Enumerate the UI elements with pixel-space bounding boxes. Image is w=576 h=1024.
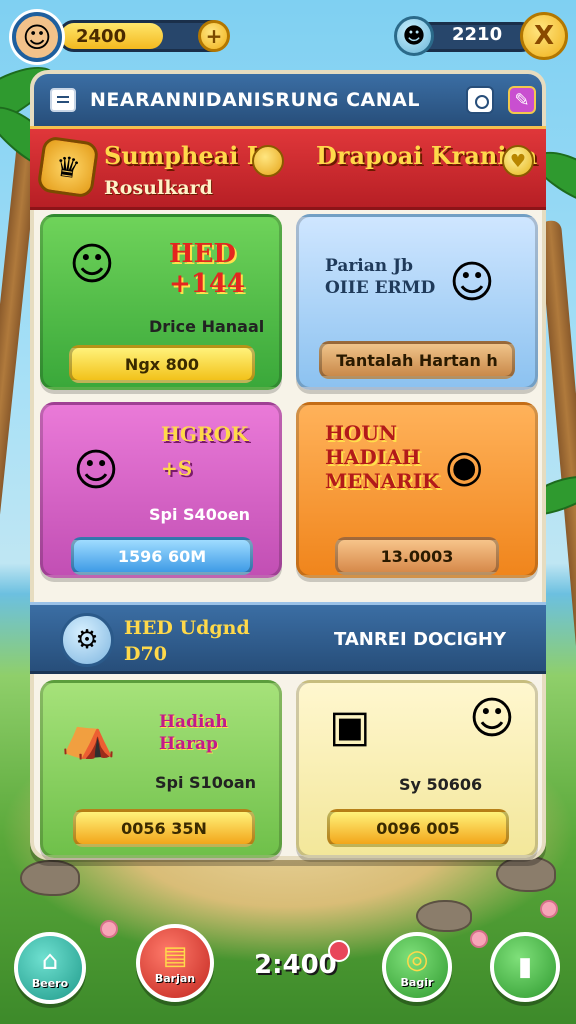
panel-title: NEARANNIDANISRUNG CANAL	[90, 89, 420, 111]
banner-left-title: Sumpheai L	[104, 141, 264, 170]
card-3-button[interactable]: 1596 60M	[71, 537, 253, 575]
card-6-button[interactable]: 0096 005	[327, 809, 509, 847]
tent-with-gold-icon: ⛺	[61, 710, 116, 761]
coins-button[interactable]: ◎ Bagir	[382, 932, 452, 1002]
card-5-headline: Hadiah Harap	[159, 712, 228, 754]
card-2-button-label: Tantalah Hartan h	[336, 350, 498, 370]
panel-header: NEARANNIDANISRUNG CANAL ✎	[34, 74, 542, 126]
card-5-button-label: 0056 35N	[121, 818, 207, 838]
rock	[496, 856, 556, 892]
cheering-boy-icon: ☺	[69, 239, 115, 290]
card-2-button[interactable]: Tantalah Hartan h	[319, 341, 515, 379]
card-4-button[interactable]: 13.0003	[335, 537, 499, 575]
treasure-chest-icon: ▤	[162, 940, 188, 971]
card-1-button-label: Ngx 800	[124, 354, 200, 374]
boy-with-gift-icon: ☺	[469, 693, 515, 744]
player-avatar[interactable]: ☺	[12, 12, 62, 62]
coin-value: 2400	[76, 26, 127, 47]
heart-icon	[328, 940, 350, 962]
reward-card-3[interactable]: ☺ HGROK +S Spi S40oen 1596 60M	[40, 402, 282, 578]
coin-pile-icon: ◎	[405, 944, 429, 975]
top-bar: 2400 ☺ + ☻ 2210 X	[0, 0, 576, 70]
home-button[interactable]: ⌂ Beero	[14, 932, 86, 1004]
add-coins-button[interactable]: +	[198, 20, 230, 52]
zombie-face-icon[interactable]: ☻	[394, 16, 434, 56]
tv-prize-icon: ▣	[329, 701, 371, 752]
reward-card-1[interactable]: ☺ HED +144 Drice Hanaal Ngx 800	[40, 214, 282, 390]
card-6-button-label: 0096 005	[376, 818, 460, 838]
flower	[540, 900, 558, 918]
main-panel: NEARANNIDANISRUNG CANAL ✎ ♛ Sumpheai L R…	[30, 70, 546, 860]
rock	[416, 900, 472, 932]
shop-label: Barjan	[154, 971, 196, 985]
reward-card-4[interactable]: HOUN HADIAH MENARIK ◉ 13.0003	[296, 402, 538, 578]
treasure-badge-icon: ♛	[36, 135, 100, 199]
card-3-headline: HGROK +S	[161, 422, 249, 480]
camera-icon[interactable]	[466, 86, 494, 114]
card-3-text: Spi S40oen	[149, 505, 251, 524]
treasure-vault-icon: ◉	[445, 441, 484, 492]
coins-label: Bagir	[400, 975, 434, 989]
score-value: 2210	[452, 24, 503, 45]
home-label: Beero	[31, 976, 69, 990]
card-4-headline: HOUN HADIAH MENARIK	[325, 421, 440, 493]
card-1-headline: HED +144	[169, 239, 246, 299]
boy-in-ring-icon: ☺	[73, 445, 119, 496]
close-button[interactable]: X	[520, 12, 568, 60]
event-banner-right-title: TANREI DOCIGHY	[334, 629, 507, 650]
card-6-text: Sy 50606	[399, 775, 483, 794]
card-2-headline: Parian Jb OIIE ERMD	[325, 256, 436, 298]
exit-button[interactable]: ▮	[490, 932, 560, 1002]
bottom-counter: 2:400	[254, 950, 337, 980]
reward-card-6[interactable]: ▣ ☺ Sy 50606 0096 005	[296, 680, 538, 858]
card-5-button[interactable]: 0056 35N	[73, 809, 255, 847]
girl-with-tickets-icon: ☺	[449, 257, 495, 308]
door-icon: ▮	[517, 952, 533, 982]
card-1-text: Drice Hanaal	[149, 317, 265, 336]
reward-card-2[interactable]: Parian Jb OIIE ERMD ☺ Tantalah Hartan h	[296, 214, 538, 390]
coin-icon	[252, 145, 284, 177]
home-icon: ⌂	[41, 945, 59, 976]
card-3-button-label: 1596 60M	[117, 546, 207, 566]
gear-badge-icon: ⚙	[60, 613, 114, 667]
menu-icon[interactable]	[50, 88, 76, 112]
flower	[100, 920, 118, 938]
heart-coin-icon: ♥	[502, 145, 534, 177]
rock	[20, 860, 80, 896]
event-banner-left-title: HED Udgnd	[124, 617, 250, 639]
flower	[470, 930, 488, 948]
event-banner-left-subtitle: D70	[124, 643, 167, 665]
edit-icon[interactable]: ✎	[508, 86, 536, 114]
banner-left-subtitle: Rosulkard	[104, 177, 213, 199]
card-4-button-label: 13.0003	[380, 546, 454, 566]
event-banner[interactable]: ⚙ HED Udgnd D70 TANREI DOCIGHY	[30, 602, 546, 674]
card-1-button[interactable]: Ngx 800	[69, 345, 255, 383]
reward-card-5[interactable]: ⛺ Hadiah Harap Spi S10oan 0056 35N	[40, 680, 282, 858]
promo-banner[interactable]: ♛ Sumpheai L Rosulkard Drapoai Kraniea ♥	[30, 126, 546, 210]
card-5-text: Spi S10oan	[155, 773, 256, 792]
shop-button[interactable]: ▤ Barjan	[136, 924, 214, 1002]
